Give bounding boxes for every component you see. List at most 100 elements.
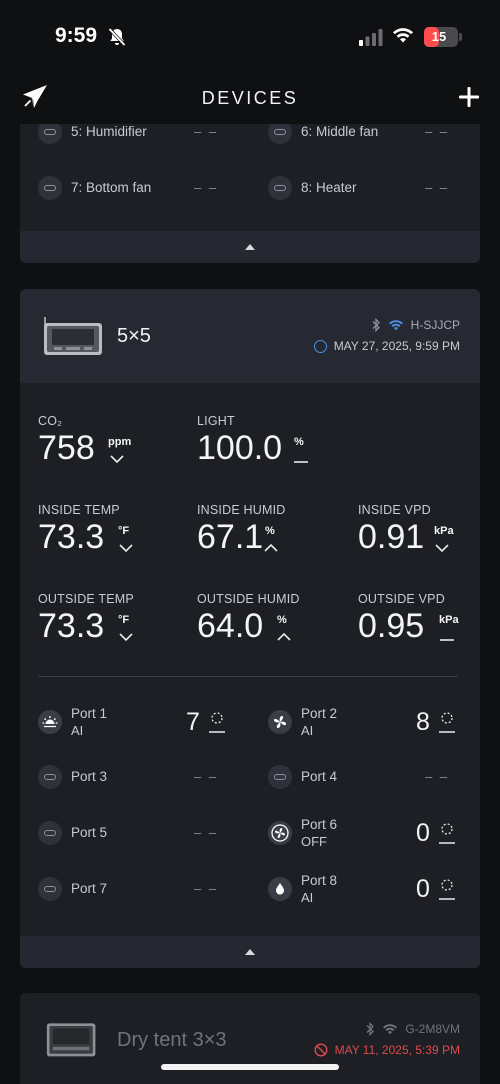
metric-unit: kPa: [439, 614, 459, 626]
port-value: – –: [194, 124, 219, 139]
port-row: Port 5 – – Port 6 OFF 0: [20, 813, 480, 853]
metric-value: 73.3: [38, 518, 105, 556]
port-name: 8: Heater: [301, 180, 357, 195]
metric-value: 67.1: [197, 518, 264, 556]
port-6[interactable]: Port 6 OFF 0: [268, 813, 480, 853]
cellular-signal-icon: [359, 29, 383, 46]
metric-value: 100.0: [197, 429, 283, 467]
last-updated: MAY 27, 2025, 9:59 PM: [313, 337, 460, 355]
trend-down-icon: [119, 544, 133, 553]
port-name: 5: Humidifier: [71, 124, 147, 139]
trend-down-icon: [119, 633, 133, 642]
port-item[interactable]: 6: Middle fan – –: [268, 124, 480, 152]
circulation-fan-icon: [268, 821, 292, 845]
metric-label: INSIDE VPD: [358, 503, 431, 517]
trend-down-icon: [110, 455, 124, 464]
bluetooth-icon: [366, 1022, 375, 1036]
collapse-ports-button[interactable]: [20, 936, 480, 968]
metric-label: OUTSIDE TEMP: [38, 592, 134, 606]
outlet-icon: [38, 877, 62, 901]
metric-value: 758: [38, 429, 95, 467]
collapse-ports-button[interactable]: [20, 231, 480, 263]
port-level: 7: [186, 708, 200, 736]
last-updated-time: MAY 11, 2025, 5:39 PM: [334, 1043, 460, 1057]
level-dial-icon: [209, 712, 225, 733]
port-item[interactable]: 7: Bottom fan – –: [38, 168, 258, 208]
port-mode: AI: [71, 723, 84, 738]
status-bar: 9:59 15: [0, 0, 500, 72]
port-mode: AI: [301, 890, 314, 905]
port-value: – –: [194, 180, 219, 195]
port-mode: OFF: [301, 834, 327, 849]
port-value: – –: [425, 180, 450, 195]
port-1[interactable]: Port 1 AI 7: [38, 702, 258, 742]
connection-status: H-SJJCP: [371, 316, 460, 334]
metric-value: 64.0: [197, 607, 264, 645]
trend-up-icon: [277, 632, 291, 641]
metric-unit: %: [277, 614, 287, 626]
port-name: Port 2: [301, 706, 338, 721]
port-row: 5: Humidifier – – 6: Middle fan – –: [20, 124, 480, 152]
metric-label: OUTSIDE HUMID: [197, 592, 300, 606]
port-mode: AI: [301, 723, 314, 738]
port-2[interactable]: Port 2 AI 8: [268, 702, 480, 742]
trend-flat-icon: [294, 461, 308, 463]
fan-icon: [268, 710, 292, 734]
wifi-disconnected-icon: [383, 1024, 398, 1035]
device-card-dry-tent[interactable]: Dry tent 3×3 G-2M8VM MAY 11, 2025, 5:39 …: [20, 993, 480, 1084]
add-device-button[interactable]: [456, 84, 482, 110]
outlet-icon: [38, 124, 62, 144]
grow-light-icon: [38, 710, 62, 734]
outlet-icon: [38, 821, 62, 845]
port-name: Port 5: [71, 825, 108, 840]
outlet-icon: [268, 124, 292, 144]
connection-status: G-2M8VM: [365, 1020, 460, 1038]
device-id: G-2M8VM: [405, 1022, 460, 1036]
port-3[interactable]: Port 3 – –: [38, 757, 258, 797]
divider: [38, 676, 458, 677]
metric-label: LIGHT: [197, 414, 235, 428]
port-row: Port 3 – – Port 4 – –: [20, 757, 480, 797]
port-item[interactable]: 8: Heater – –: [268, 168, 480, 208]
battery-percent: 15: [431, 29, 447, 44]
trend-down-icon: [435, 544, 449, 553]
outlet-icon: [38, 765, 62, 789]
port-row: 7: Bottom fan – – 8: Heater – –: [20, 168, 480, 208]
metric-label: OUTSIDE VPD: [358, 592, 445, 606]
port-item[interactable]: 5: Humidifier – –: [38, 124, 258, 152]
port-level: 0: [416, 875, 430, 903]
metric-unit: %: [265, 525, 275, 537]
wifi-icon: [393, 28, 413, 43]
device-card-5x5[interactable]: 5×5 H-SJJCP MAY 27, 2025, 9:59 PM CO₂ 75…: [20, 289, 480, 968]
port-name: Port 7: [71, 881, 108, 896]
metric-label: INSIDE HUMID: [197, 503, 286, 517]
port-row: Port 1 AI 7 Port 2 AI 8: [20, 702, 480, 742]
port-7[interactable]: Port 7 – –: [38, 869, 258, 909]
metric-unit: °F: [118, 614, 130, 626]
bluetooth-icon: [372, 318, 380, 332]
humidifier-drop-icon: [268, 877, 292, 901]
device-id: H-SJJCP: [410, 318, 460, 332]
bell-muted-icon: [108, 27, 126, 47]
device-header[interactable]: Dry tent 3×3 G-2M8VM MAY 11, 2025, 5:39 …: [20, 993, 480, 1084]
metric-label: CO₂: [38, 414, 63, 428]
port-4[interactable]: Port 4 – –: [268, 757, 480, 797]
outlet-icon: [38, 176, 62, 200]
chevron-up-icon: [245, 244, 255, 250]
battery-cap: [459, 33, 462, 41]
chevron-up-icon: [245, 949, 255, 955]
port-name: 7: Bottom fan: [71, 180, 152, 195]
device-header[interactable]: 5×5 H-SJJCP MAY 27, 2025, 9:59 PM: [20, 289, 480, 383]
port-value: – –: [194, 769, 219, 784]
trend-flat-icon: [440, 639, 454, 641]
home-indicator[interactable]: [161, 1064, 339, 1070]
last-updated-time: MAY 27, 2025, 9:59 PM: [333, 339, 460, 353]
port-name: Port 1: [71, 706, 108, 721]
metric-unit: kPa: [434, 525, 454, 537]
controller-device-icon: [44, 317, 102, 355]
port-5[interactable]: Port 5 – –: [38, 813, 258, 853]
port-level: 8: [416, 708, 430, 736]
metric-value: 0.95: [358, 607, 425, 645]
port-name: Port 8: [301, 873, 338, 888]
port-8[interactable]: Port 8 AI 0: [268, 869, 480, 909]
